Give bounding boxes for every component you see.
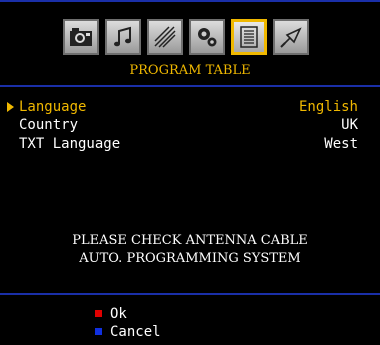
feature-icon[interactable] <box>147 19 183 55</box>
menu-icon-bar <box>63 19 309 55</box>
red-key-icon <box>95 310 102 317</box>
page-title: PROGRAM TABLE <box>129 63 251 78</box>
setting-row-language[interactable]: Language English <box>0 99 380 115</box>
gears-glyph <box>198 28 217 47</box>
antenna-warning-text: PLEASE CHECK ANTENNA CABLE <box>72 233 308 248</box>
music-note-glyph <box>114 26 131 47</box>
program-table-icon[interactable] <box>231 19 267 55</box>
setting-value: West <box>324 136 358 152</box>
top-divider <box>0 85 380 87</box>
setting-label: Country <box>19 117 79 133</box>
setting-value: English <box>298 99 358 115</box>
auto-programming-text: AUTO. PROGRAMMING SYSTEM <box>79 251 301 266</box>
picture-icon[interactable] <box>63 19 99 55</box>
ok-label: Ok <box>110 306 127 322</box>
selection-arrow-icon <box>7 102 14 112</box>
setup-icon[interactable] <box>189 19 225 55</box>
bottom-divider <box>0 293 380 295</box>
osd-menu: PROGRAM TABLE Language English Country U… <box>0 0 380 345</box>
plug-glyph <box>280 27 302 48</box>
cancel-label: Cancel <box>110 324 161 340</box>
blue-key-icon <box>95 328 102 335</box>
list-glyph <box>240 26 258 48</box>
setting-row-txt-language[interactable]: TXT Language West <box>0 136 380 152</box>
setting-value: UK <box>341 117 358 133</box>
lines-glyph <box>154 26 176 48</box>
source-icon[interactable] <box>273 19 309 55</box>
setting-label: Language <box>19 99 87 115</box>
camera-glyph <box>70 28 92 46</box>
setting-row-country[interactable]: Country UK <box>0 117 380 133</box>
sound-icon[interactable] <box>105 19 141 55</box>
setting-label: TXT Language <box>19 136 121 152</box>
